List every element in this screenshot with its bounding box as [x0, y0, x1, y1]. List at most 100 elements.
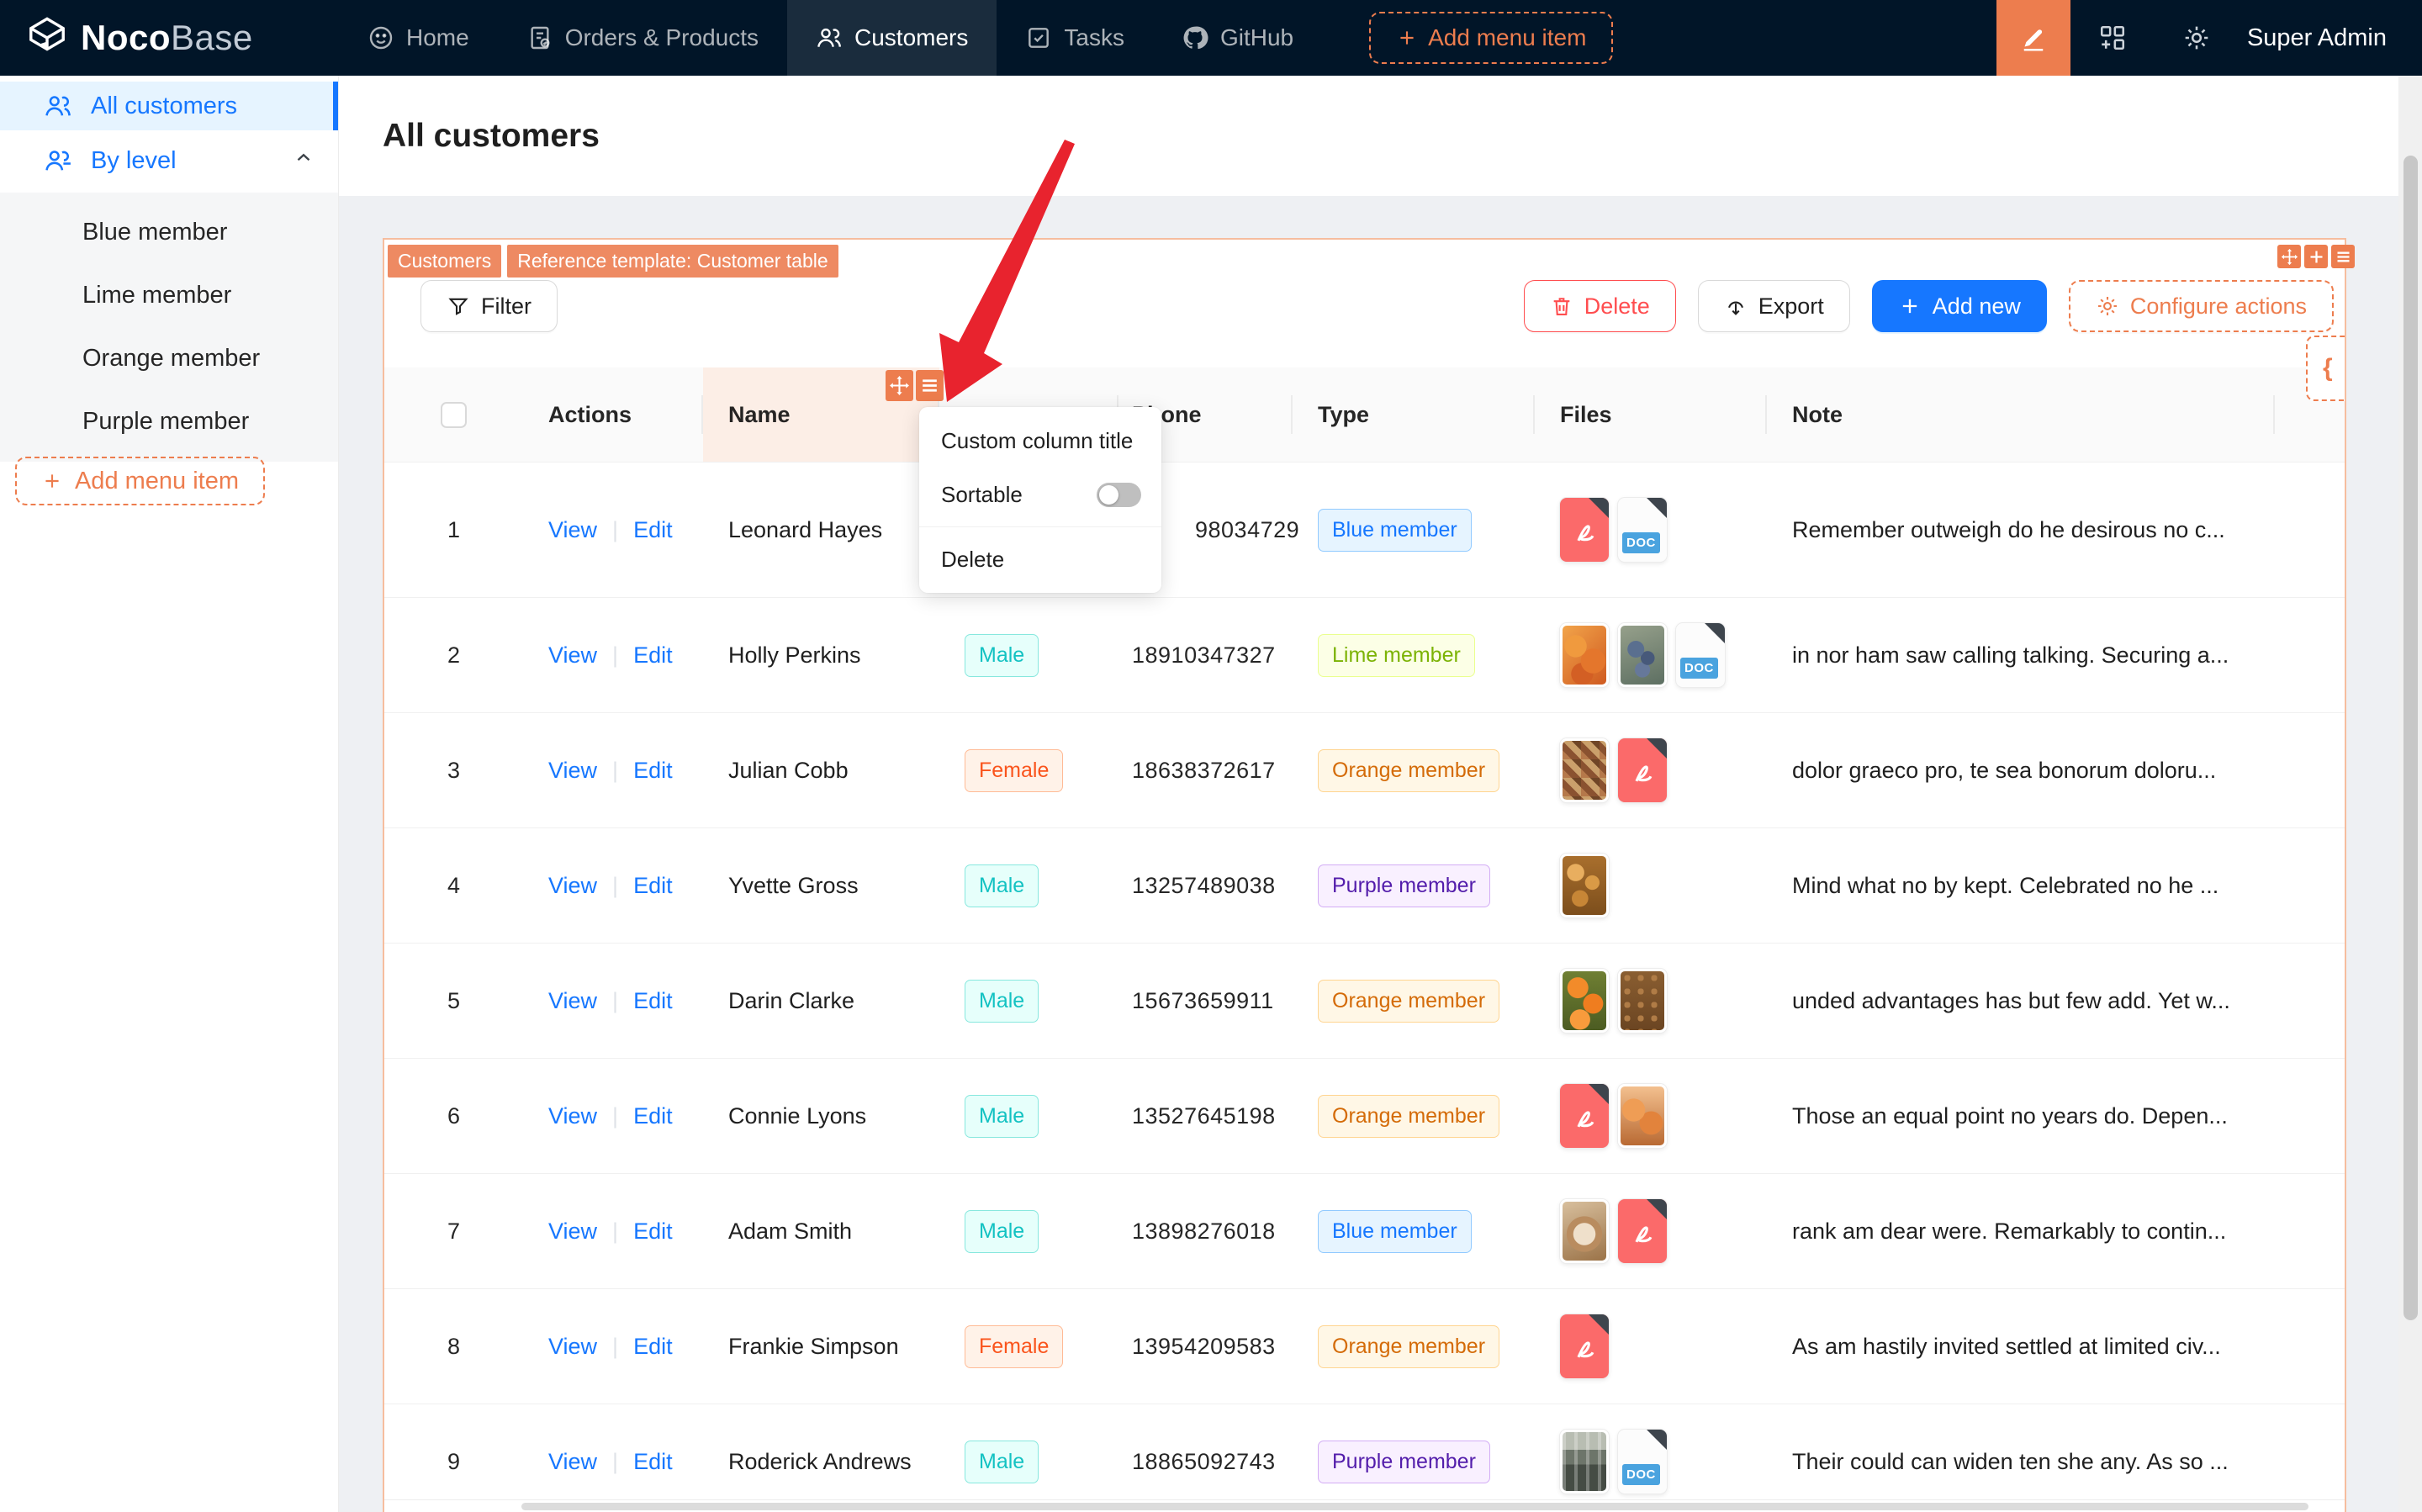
row-index: 7	[447, 1218, 461, 1244]
sortable-toggle[interactable]	[1097, 482, 1141, 507]
navbar-add-menu-item-button[interactable]: Add menu item	[1369, 12, 1614, 64]
sidebar-item-purple-member[interactable]: Purple member	[0, 390, 338, 453]
column-header-note[interactable]: Note	[1767, 367, 2275, 462]
edit-link[interactable]: Edit	[633, 1449, 673, 1475]
edit-link[interactable]: Edit	[633, 642, 673, 669]
configure-columns-button[interactable]: {	[2306, 336, 2345, 401]
nav-item-home[interactable]: Home	[339, 0, 498, 76]
pastries-image-thumbnail[interactable]	[1560, 854, 1609, 917]
main-menu: Home Orders & Products Customers Tasks G…	[339, 0, 1322, 76]
drag-block-handle[interactable]	[2277, 245, 2301, 268]
onions-image-thumbnail[interactable]	[1618, 1084, 1667, 1148]
view-link[interactable]: View	[548, 873, 597, 899]
nav-item-github[interactable]: GitHub	[1153, 0, 1322, 76]
row-actions: View | Edit	[523, 517, 703, 543]
link-separator: |	[612, 1333, 619, 1359]
sidebar-item-by-level[interactable]: By level	[0, 136, 338, 185]
sidebar-item-blue-member[interactable]: Blue member	[0, 201, 338, 264]
user-menu[interactable]: Super Admin	[2239, 24, 2422, 52]
nocobase-mark-icon	[29, 17, 65, 51]
view-link[interactable]: View	[548, 1103, 597, 1129]
edit-link[interactable]: Edit	[633, 873, 673, 899]
add-block-button[interactable]	[2304, 245, 2328, 268]
pdf-file-icon[interactable]	[1560, 1314, 1609, 1378]
menu-item-sortable[interactable]: Sortable	[919, 468, 1161, 521]
export-button[interactable]: Export	[1697, 280, 1850, 332]
orange-fruit-image-thumbnail[interactable]	[1560, 623, 1609, 687]
nuts-image-thumbnail[interactable]	[1618, 969, 1667, 1033]
add-new-button[interactable]: Add new	[1871, 280, 2047, 332]
menu-item-custom-column-title[interactable]: Custom column title	[919, 414, 1161, 468]
nocobase-logo[interactable]: NocoBase	[0, 16, 314, 60]
note-text: rank am dear were. Remarkably to contin.…	[1792, 1218, 2227, 1244]
column-header-files[interactable]: Files	[1535, 367, 1767, 462]
gender-cell: Female	[939, 748, 1118, 792]
tasks-icon	[1029, 28, 1050, 48]
pdf-file-icon[interactable]	[1560, 498, 1609, 562]
block-menu-button[interactable]	[2331, 245, 2355, 268]
horizontal-scrollbar-thumb[interactable]	[521, 1503, 2308, 1510]
select-all-checkbox[interactable]	[441, 401, 467, 428]
filter-button[interactable]: Filter	[420, 280, 558, 332]
plugin-manager-button[interactable]	[2070, 0, 2155, 76]
filter-icon	[448, 298, 468, 315]
brand-light: Base	[171, 18, 253, 57]
view-link[interactable]: View	[548, 517, 597, 543]
view-link[interactable]: View	[548, 1219, 597, 1245]
column-header-type[interactable]: Type	[1293, 367, 1535, 462]
settings-button[interactable]	[2155, 0, 2239, 76]
food-image-thumbnail[interactable]	[1560, 738, 1609, 802]
vertical-scrollbar-thumb[interactable]	[2403, 156, 2418, 1320]
gear-icon	[2097, 297, 2117, 315]
configure-actions-button[interactable]: Configure actions	[2068, 280, 2334, 332]
table-row: 9 View | Edit Roderick Andrews Male 1886…	[384, 1404, 2345, 1512]
edit-link[interactable]: Edit	[633, 1334, 673, 1360]
coffee-image-thumbnail[interactable]	[1560, 1199, 1609, 1263]
pdf-file-icon[interactable]	[1560, 1084, 1609, 1148]
edit-link[interactable]: Edit	[633, 758, 673, 784]
sidebar-add-menu-item-button[interactable]: Add menu item	[15, 457, 265, 505]
gender-badge: Male	[965, 633, 1039, 677]
edit-link[interactable]: Edit	[633, 517, 673, 543]
nav-item-customers[interactable]: Customers	[787, 0, 997, 76]
pdf-file-icon[interactable]	[1618, 1199, 1667, 1263]
designer-labels: Customers Reference template: Customer t…	[388, 245, 838, 278]
menu-item-delete[interactable]: Delete	[919, 532, 1161, 586]
sidebar-item-orange-member[interactable]: Orange member	[0, 327, 338, 390]
doc-file-icon[interactable]: DOC	[1618, 498, 1667, 562]
note-text: in nor ham saw calling talking. Securing…	[1792, 642, 2229, 668]
github-icon	[1183, 26, 1208, 50]
edit-link[interactable]: Edit	[633, 988, 673, 1014]
users-level-icon	[45, 151, 71, 171]
oranges-image-thumbnail[interactable]	[1560, 969, 1609, 1033]
storefront-image-thumbnail[interactable]	[1560, 1430, 1609, 1493]
sidebar-item-lime-member[interactable]: Lime member	[0, 264, 338, 327]
edit-link[interactable]: Edit	[633, 1219, 673, 1245]
orders-icon	[531, 26, 550, 50]
view-link[interactable]: View	[548, 988, 597, 1014]
ui-editor-button[interactable]	[1996, 0, 2070, 76]
acrobat-glyph	[1577, 1341, 1594, 1358]
users-icon	[45, 96, 71, 116]
pdf-file-icon[interactable]	[1618, 738, 1667, 802]
nav-item-tasks[interactable]: Tasks	[997, 0, 1153, 76]
customer-name: Julian Cobb	[728, 757, 849, 783]
view-link[interactable]: View	[548, 758, 597, 784]
type-badge: Orange member	[1318, 979, 1500, 1023]
page-fold	[1589, 1314, 1609, 1335]
type-badge: Orange member	[1318, 1094, 1500, 1138]
grapes-image-thumbnail[interactable]	[1618, 623, 1667, 687]
doc-file-icon[interactable]: DOC	[1618, 1430, 1667, 1493]
sidebar-item-all-customers[interactable]: All customers	[0, 82, 338, 130]
drag-column-handle[interactable]	[886, 370, 913, 401]
view-link[interactable]: View	[548, 642, 597, 669]
delete-button[interactable]: Delete	[1523, 280, 1676, 332]
nav-item-orders-products[interactable]: Orders & Products	[498, 0, 787, 76]
doc-file-icon[interactable]: DOC	[1676, 623, 1725, 687]
edit-link[interactable]: Edit	[633, 1103, 673, 1129]
view-link[interactable]: View	[548, 1449, 597, 1475]
navbar-right: Super Admin	[1996, 0, 2422, 76]
column-header-actions[interactable]: Actions	[523, 367, 703, 462]
column-menu-button[interactable]	[916, 370, 944, 401]
view-link[interactable]: View	[548, 1334, 597, 1360]
